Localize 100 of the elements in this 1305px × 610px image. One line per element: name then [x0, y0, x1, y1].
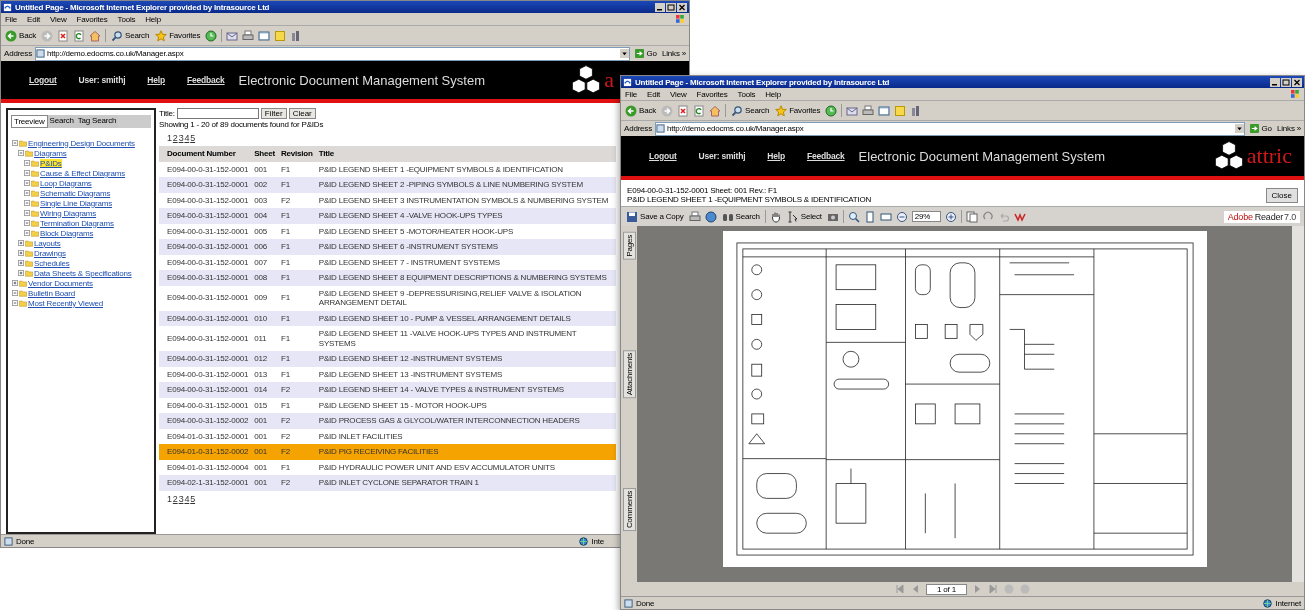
- page-number-field[interactable]: 1 of 1: [926, 583, 967, 595]
- collapse-icon[interactable]: [24, 160, 30, 166]
- note-icon[interactable]: [274, 29, 287, 42]
- tree-item[interactable]: Loop Diagrams: [40, 178, 92, 188]
- document-row[interactable]: E094-02-1-31-152-0001 001 F2 P&ID INLET CYCLONE SEPARATOR TRAIN 1: [159, 475, 616, 491]
- expand-icon[interactable]: [18, 270, 24, 276]
- menu-item[interactable]: Edit: [647, 89, 661, 99]
- search-button[interactable]: Search: [720, 210, 761, 223]
- mail-icon[interactable]: [226, 29, 239, 42]
- go-button[interactable]: Go: [633, 49, 660, 58]
- magnifier-icon[interactable]: [847, 210, 860, 223]
- document-row[interactable]: E094-00-0-31-152-0001 006 F1 P&ID LEGEND SHEET 6 -INSTRUMENT SYSTEMS: [159, 239, 616, 255]
- collapse-icon[interactable]: [24, 210, 30, 216]
- tree-item[interactable]: Bulletin Board: [28, 288, 75, 298]
- collapse-icon[interactable]: [24, 230, 30, 236]
- menu-item[interactable]: File: [5, 14, 18, 24]
- side-tab[interactable]: Comments: [622, 487, 636, 532]
- help-link[interactable]: Help: [767, 151, 785, 161]
- address-field[interactable]: http://demo.edocms.co.uk/Manager.aspx: [654, 121, 1246, 136]
- page-link[interactable]: 2: [172, 133, 178, 143]
- page-link[interactable]: 5: [190, 133, 196, 143]
- title-filter-field[interactable]: [176, 108, 259, 119]
- menu-item[interactable]: Tools: [117, 14, 136, 24]
- print-icon[interactable]: [242, 29, 255, 42]
- document-row[interactable]: E094-00-0-31-152-0001 014 F2 P&ID LEGEND SHEET 14 - VALVE TYPES & INSTRUMENT SYSTEMS: [159, 382, 616, 398]
- help-link[interactable]: Help: [147, 75, 165, 85]
- menu-item[interactable]: Favorites: [696, 89, 728, 99]
- menu-item[interactable]: Edit: [27, 14, 41, 24]
- favorites-button[interactable]: Favorites: [154, 29, 202, 42]
- filter-button[interactable]: Filter: [260, 108, 287, 119]
- tab[interactable]: Treeview: [11, 115, 48, 128]
- document-row[interactable]: E094-00-0-31-152-0001 001 F1 P&ID LEGEND SHEET 1 -EQUIPMENT SYMBOLS & IDENTIFICATION: [159, 161, 616, 177]
- favorites-button[interactable]: Favorites: [774, 104, 822, 117]
- back-button[interactable]: Back: [624, 104, 657, 117]
- note-icon[interactable]: [894, 104, 907, 117]
- document-row[interactable]: E094-00-0-31-152-0001 012 F1 P&ID LEGEND SHEET 12 -INSTRUMENT SYSTEMS: [159, 351, 616, 367]
- search-button[interactable]: Search: [730, 104, 771, 117]
- tree-item[interactable]: Most Recently Viewed: [28, 298, 103, 308]
- refresh-icon[interactable]: [693, 104, 705, 117]
- menu-item[interactable]: View: [50, 14, 67, 24]
- expand-icon[interactable]: [18, 260, 24, 266]
- back-button[interactable]: Back: [4, 29, 37, 42]
- minimize-icon[interactable]: [1270, 77, 1280, 87]
- expand-icon[interactable]: [18, 240, 24, 246]
- stop-icon[interactable]: [57, 29, 69, 42]
- maximize-icon[interactable]: [666, 2, 676, 12]
- tree-item[interactable]: Vendor Documents: [28, 278, 93, 288]
- document-row[interactable]: E094-00-0-31-152-0001 015 F1 P&ID LEGEND SHEET 15 - MOTOR HOOK-UPS: [159, 397, 616, 413]
- menu-item[interactable]: File: [625, 89, 638, 99]
- tree-item[interactable]: Schedules: [34, 258, 70, 268]
- document-row[interactable]: E094-00-0-31-152-0001 004 F1 P&ID LEGEND SHEET 4 -VALVE HOOK-UPS TYPES: [159, 208, 616, 224]
- page-link[interactable]: 1: [167, 493, 172, 504]
- last-page-icon[interactable]: [986, 583, 999, 595]
- save-copy-button[interactable]: Save a Copy: [625, 210, 685, 223]
- document-row[interactable]: E094-00-0-31-152-0001 003 F2 P&ID LEGEND SHEET 3 INSTRUMENTATION SYMBOLS & NUMBERING SYSTEM: [159, 192, 616, 208]
- fit-page-icon[interactable]: [863, 210, 876, 223]
- document-row[interactable]: E094-00-0-31-152-0001 007 F1 P&ID LEGEND SHEET 7 - INSTRUMENT SYSTEMS: [159, 254, 616, 270]
- links-button[interactable]: Links »: [1277, 124, 1301, 133]
- home-icon[interactable]: [709, 104, 721, 117]
- print-icon[interactable]: [688, 210, 701, 223]
- tree-item[interactable]: Layouts: [34, 238, 61, 248]
- hand-icon[interactable]: [769, 210, 782, 223]
- tree-item[interactable]: Wiring Diagrams: [40, 208, 97, 218]
- expand-icon[interactable]: [12, 280, 18, 286]
- collapse-icon[interactable]: [24, 190, 30, 196]
- page-link[interactable]: 4: [184, 493, 190, 504]
- tree-item[interactable]: Drawings: [34, 248, 66, 258]
- document-row[interactable]: E094-00-0-31-152-0001 008 F1 P&ID LEGEND SHEET 8 EQUIPMENT DESCRIPTIONS & NUMBERING SYSTEMS: [159, 270, 616, 286]
- dropdown-arrow-icon[interactable]: [1235, 124, 1245, 133]
- document-row[interactable]: E094-01-0-31-152-0002 001 F2 P&ID PIG RECEIVING FACILITIES: [159, 444, 616, 460]
- refresh-icon[interactable]: [73, 29, 85, 42]
- document-row[interactable]: E094-00-0-31-152-0001 013 F1 P&ID LEGEND SHEET 13 -INSTRUMENT SYSTEMS: [159, 366, 616, 382]
- zoom-in-icon[interactable]: [945, 210, 958, 223]
- tree-item[interactable]: Cause & Effect Diagrams: [40, 168, 126, 178]
- side-tab[interactable]: Pages: [622, 232, 636, 260]
- pages-icon[interactable]: [966, 210, 979, 223]
- search-button[interactable]: Search: [110, 29, 151, 42]
- vertical-scrollbar[interactable]: [1292, 226, 1304, 582]
- feedback-link[interactable]: Feedback: [186, 75, 225, 85]
- document-row[interactable]: E094-00-0-31-152-0001 005 F1 P&ID LEGEND SHEET 5 -MOTOR/HEATER HOOK-UPS: [159, 223, 616, 239]
- collapse-icon[interactable]: [24, 200, 30, 206]
- collapse-icon[interactable]: [12, 300, 18, 306]
- feedback-link[interactable]: Feedback: [806, 151, 845, 161]
- logout-link[interactable]: Logout: [29, 75, 57, 85]
- collapse-icon[interactable]: [24, 170, 30, 176]
- page-link[interactable]: 3: [178, 493, 184, 504]
- collapse-icon[interactable]: [12, 290, 18, 296]
- close-icon[interactable]: [677, 2, 687, 12]
- menu-item[interactable]: Help: [145, 14, 161, 24]
- logout-link[interactable]: Logout: [649, 151, 677, 161]
- links-button[interactable]: Links »: [662, 49, 686, 58]
- fit-width-icon[interactable]: [879, 210, 892, 223]
- tree-item[interactable]: Engineering Design Documents: [28, 138, 135, 148]
- print-icon[interactable]: [862, 104, 875, 117]
- clear-button[interactable]: Clear: [288, 108, 316, 119]
- tree-item[interactable]: Single Line Diagrams: [40, 198, 113, 208]
- page-link[interactable]: 4: [184, 133, 190, 143]
- document-row[interactable]: E094-00-0-31-152-0002 001 F2 P&ID PROCESS GAS & GLYCOL/WATER INTERCONNECTION HEADERS: [159, 413, 616, 429]
- page-link[interactable]: 5: [190, 493, 196, 504]
- menu-item[interactable]: View: [670, 89, 687, 99]
